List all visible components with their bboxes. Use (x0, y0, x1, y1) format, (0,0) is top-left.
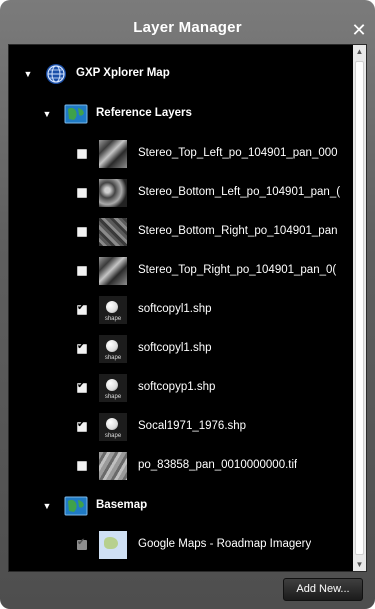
layer-row[interactable]: po_83858_pan_0010000000.tif (9, 451, 349, 481)
scroll-down-icon[interactable]: ▼ (353, 558, 366, 571)
layer-label: Google Maps - Roadmap Imagery (138, 538, 312, 550)
satellite-thumbnail (99, 257, 127, 285)
shapefile-caption: shape (104, 355, 122, 361)
raster-thumbnail (99, 452, 127, 480)
shapefile-icon: shape (99, 296, 127, 324)
layer-visibility-checkbox[interactable] (77, 149, 87, 159)
layer-visibility-checkbox[interactable] (77, 227, 87, 237)
layer-visibility-checkbox[interactable] (77, 380, 87, 393)
layer-label: Stereo_Bottom_Right_po_104901_pan (138, 225, 338, 237)
root-label: GXP Xplorer Map (76, 67, 170, 79)
layer-label: Stereo_Bottom_Left_po_104901_pan_( (138, 186, 341, 198)
window-title: Layer Manager (133, 19, 242, 36)
layer-label: Socal1971_1976.shp (138, 420, 247, 432)
layer-label: Stereo_Top_Left_po_104901_pan_000 (138, 147, 338, 159)
shapefile-caption: shape (104, 316, 122, 322)
layer-label: softcopyl1.shp (138, 342, 212, 354)
shapefile-icon: shape (99, 413, 127, 441)
layer-visibility-checkbox[interactable] (77, 266, 87, 276)
map-folder-icon (64, 496, 88, 516)
globe-network-icon (46, 64, 66, 84)
shapefile-icon: shape (99, 374, 127, 402)
google-map-thumbnail (99, 531, 127, 559)
collapse-group-icon[interactable]: ▼ (42, 501, 52, 511)
layer-label: softcopyp1.shp (138, 381, 216, 393)
close-icon[interactable]: ✕ (351, 21, 367, 39)
satellite-thumbnail (99, 179, 127, 207)
collapse-root-icon[interactable]: ▼ (23, 69, 33, 79)
title-bar: Layer Manager ✕ (0, 0, 375, 44)
layer-row[interactable]: shape softcopyl1.shp (9, 334, 349, 364)
add-new-button[interactable]: Add New... (283, 578, 363, 601)
layer-label: softcopyl1.shp (138, 303, 212, 315)
shapefile-caption: shape (104, 394, 122, 400)
layer-row[interactable]: Stereo_Top_Right_po_104901_pan_0( (9, 256, 349, 286)
collapse-group-icon[interactable]: ▼ (42, 109, 52, 119)
layer-row[interactable]: shape Socal1971_1976.shp (9, 412, 349, 442)
layer-visibility-checkbox[interactable] (77, 302, 87, 315)
layer-row[interactable]: Google Maps - Roadmap Imagery (9, 530, 349, 560)
shapefile-caption: shape (104, 433, 122, 439)
shapefile-icon: shape (99, 335, 127, 363)
layer-visibility-checkbox[interactable] (77, 341, 87, 354)
layer-manager-window: Layer Manager ✕ ▼ GXP Xplorer Map ▼ Refe… (0, 0, 375, 609)
layer-label: Stereo_Top_Right_po_104901_pan_0( (138, 264, 337, 276)
tree-group-basemap[interactable]: ▼ Basemap (9, 491, 349, 521)
satellite-thumbnail (99, 218, 127, 246)
layer-label: po_83858_pan_0010000000.tif (138, 459, 298, 471)
layer-visibility-checkbox[interactable] (77, 461, 87, 471)
layer-visibility-checkbox (77, 537, 87, 550)
group-label: Basemap (96, 499, 148, 511)
tree-root[interactable]: ▼ GXP Xplorer Map (9, 59, 349, 89)
layer-row[interactable]: Stereo_Bottom_Left_po_104901_pan_( (9, 178, 349, 208)
layer-row[interactable]: Stereo_Top_Left_po_104901_pan_000 (9, 139, 349, 169)
vertical-scrollbar[interactable]: ▲ ▼ (353, 45, 366, 571)
group-label: Reference Layers (96, 107, 192, 119)
map-folder-icon (64, 104, 88, 124)
tree-group-reference-layers[interactable]: ▼ Reference Layers (9, 99, 349, 129)
layer-visibility-checkbox[interactable] (77, 188, 87, 198)
layer-tree: ▼ GXP Xplorer Map ▼ Reference Layers Ste… (8, 44, 367, 572)
satellite-thumbnail (99, 140, 127, 168)
scroll-thumb[interactable] (355, 61, 364, 555)
scroll-up-icon[interactable]: ▲ (353, 45, 366, 58)
layer-row[interactable]: shape softcopyl1.shp (9, 295, 349, 325)
layer-row[interactable]: shape softcopyp1.shp (9, 373, 349, 403)
layer-row[interactable]: Stereo_Bottom_Right_po_104901_pan (9, 217, 349, 247)
layer-visibility-checkbox[interactable] (77, 419, 87, 432)
